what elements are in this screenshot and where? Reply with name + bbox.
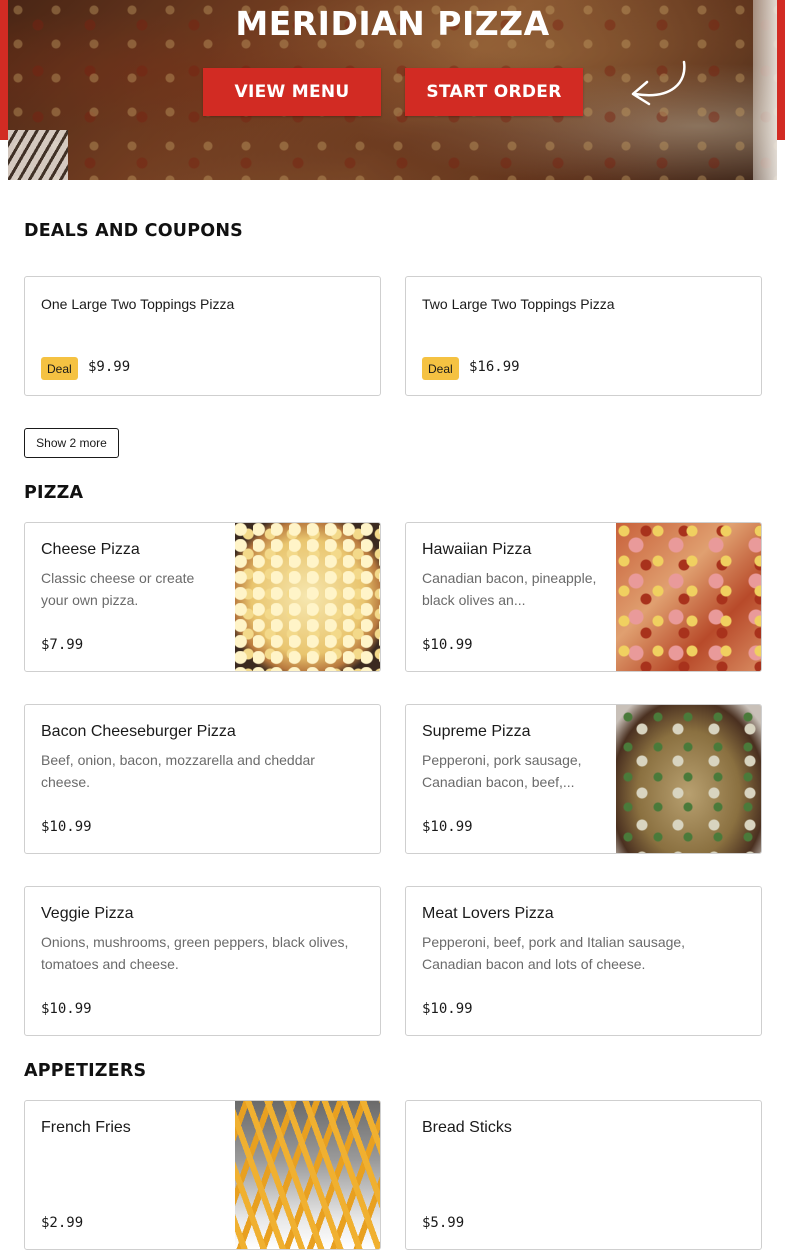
- deal-badge: Deal: [422, 357, 459, 380]
- item-description: Classic cheese or create your own pizza.: [41, 570, 195, 608]
- item-description: Pepperoni, pork sausage, Canadian bacon,…: [422, 752, 582, 790]
- item-name: Supreme Pizza: [422, 723, 531, 740]
- menu-item-card[interactable]: Veggie Pizza Onions, mushrooms, green pe…: [24, 886, 381, 1036]
- item-price: $10.99: [422, 637, 473, 653]
- menu-item-card[interactable]: Bacon Cheeseburger Pizza Beef, onion, ba…: [24, 704, 381, 854]
- deal-card[interactable]: One Large Two Toppings Pizza Deal $9.99: [24, 276, 381, 396]
- item-name: Cheese Pizza: [41, 541, 140, 558]
- menu-item-card[interactable]: Meat Lovers Pizza Pepperoni, beef, pork …: [405, 886, 762, 1036]
- menu-item-card[interactable]: Supreme Pizza Pepperoni, pork sausage, C…: [405, 704, 762, 854]
- start-order-button[interactable]: START ORDER: [405, 68, 583, 116]
- deal-name: One Large Two Toppings Pizza: [41, 296, 235, 312]
- menu-item-card[interactable]: Bread Sticks $5.99: [405, 1100, 762, 1250]
- item-name: Veggie Pizza: [41, 905, 134, 922]
- item-price: $7.99: [41, 637, 84, 653]
- menu-item-card[interactable]: Hawaiian Pizza Canadian bacon, pineapple…: [405, 522, 762, 672]
- menu-item-card[interactable]: Cheese Pizza Classic cheese or create yo…: [24, 522, 381, 672]
- deal-price: $16.99: [469, 359, 520, 375]
- deal-name: Two Large Two Toppings Pizza: [422, 296, 615, 312]
- item-name: Hawaiian Pizza: [422, 541, 532, 558]
- item-price: $2.99: [41, 1215, 84, 1231]
- item-price: $10.99: [41, 1001, 92, 1017]
- restaurant-title: MERIDIAN PIZZA: [235, 4, 550, 43]
- item-price: $10.99: [41, 819, 92, 835]
- item-name: Bacon Cheeseburger Pizza: [41, 723, 236, 740]
- cheese-pizza-image: [235, 523, 380, 671]
- supreme-pizza-image: [616, 705, 761, 853]
- item-description: Canadian bacon, pineapple, black olives …: [422, 570, 597, 608]
- item-description: Beef, onion, bacon, mozzarella and chedd…: [41, 752, 315, 790]
- french-fries-image: [235, 1101, 380, 1249]
- pizza-box-corner: [8, 130, 68, 180]
- view-menu-button[interactable]: VIEW MENU: [203, 68, 381, 116]
- deal-badge: Deal: [41, 357, 78, 380]
- curved-arrow-icon: [631, 60, 686, 106]
- item-price: $10.99: [422, 819, 473, 835]
- item-price: $5.99: [422, 1215, 465, 1231]
- menu-item-card[interactable]: French Fries $2.99: [24, 1100, 381, 1250]
- hawaiian-pizza-image: [616, 523, 761, 671]
- item-description: Pepperoni, beef, pork and Italian sausag…: [422, 934, 686, 972]
- item-name: French Fries: [41, 1119, 131, 1136]
- item-name: Meat Lovers Pizza: [422, 905, 554, 922]
- item-price: $10.99: [422, 1001, 473, 1017]
- deal-card[interactable]: Two Large Two Toppings Pizza Deal $16.99: [405, 276, 762, 396]
- deal-price: $9.99: [88, 359, 131, 375]
- item-name: Bread Sticks: [422, 1119, 512, 1136]
- show-more-deals-button[interactable]: Show 2 more: [24, 428, 119, 458]
- deals-section-title: DEALS AND COUPONS: [24, 221, 243, 241]
- pizza-section-title: PIZZA: [24, 483, 84, 503]
- appetizers-section-title: APPETIZERS: [24, 1061, 147, 1081]
- item-description: Onions, mushrooms, green peppers, black …: [41, 934, 349, 972]
